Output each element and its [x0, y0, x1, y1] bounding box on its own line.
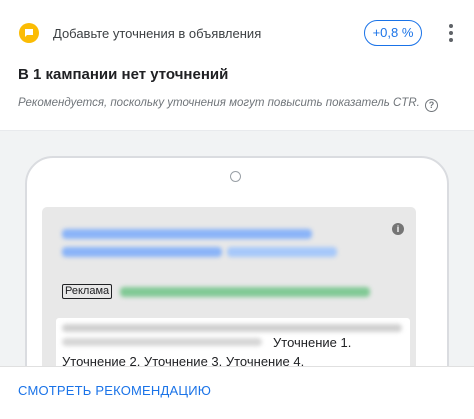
recommendation-type: Добавьте уточнения в объявления — [53, 26, 262, 41]
callouts-block: Уточнение 1. Уточнение 2. Уточнение 3. У… — [56, 318, 410, 366]
recommendation-card: Добавьте уточнения в объявления +0,8 % В… — [0, 0, 474, 419]
phone-frame: i Реклама Уточнение 1. Уточнение 2. Уточ… — [25, 156, 449, 366]
phone-camera — [230, 171, 241, 182]
ad-mock: i Реклама Уточнение 1. Уточнение 2. Уточ… — [42, 207, 416, 366]
card-footer: СМОТРЕТЬ РЕКОМЕНДАЦИЮ — [0, 366, 474, 419]
ad-label: Реклама — [62, 284, 113, 299]
ad-preview: i Реклама Уточнение 1. Уточнение 2. Уточ… — [0, 130, 474, 366]
recommendation-description: Рекомендуется, поскольку уточнения могут… — [18, 97, 439, 112]
callouts-line-2: Уточнение 2. Уточнение 3. Уточнение 4. — [62, 354, 305, 366]
description-text: Рекомендуется, поскольку уточнения могут… — [18, 97, 420, 109]
chat-bubble-icon — [19, 23, 39, 43]
headline-placeholder — [62, 247, 222, 257]
uplift-badge[interactable]: +0,8 % — [364, 20, 422, 46]
view-recommendation-button[interactable]: СМОТРЕТЬ РЕКОМЕНДАЦИЮ — [18, 383, 211, 398]
headline-placeholder — [62, 229, 312, 239]
headline-placeholder — [227, 247, 337, 257]
help-circle-icon[interactable]: ? — [425, 99, 439, 112]
recommendation-title: В 1 кампании нет уточнений — [18, 66, 229, 83]
description-placeholder — [62, 338, 262, 346]
description-placeholder — [62, 324, 402, 332]
info-icon[interactable]: i — [392, 223, 404, 235]
card-header: Добавьте уточнения в объявления +0,8 % В… — [0, 0, 474, 130]
more-vert-icon[interactable] — [446, 22, 456, 44]
display-url-placeholder — [120, 287, 370, 297]
callouts-line-1: Уточнение 1. — [273, 335, 352, 350]
